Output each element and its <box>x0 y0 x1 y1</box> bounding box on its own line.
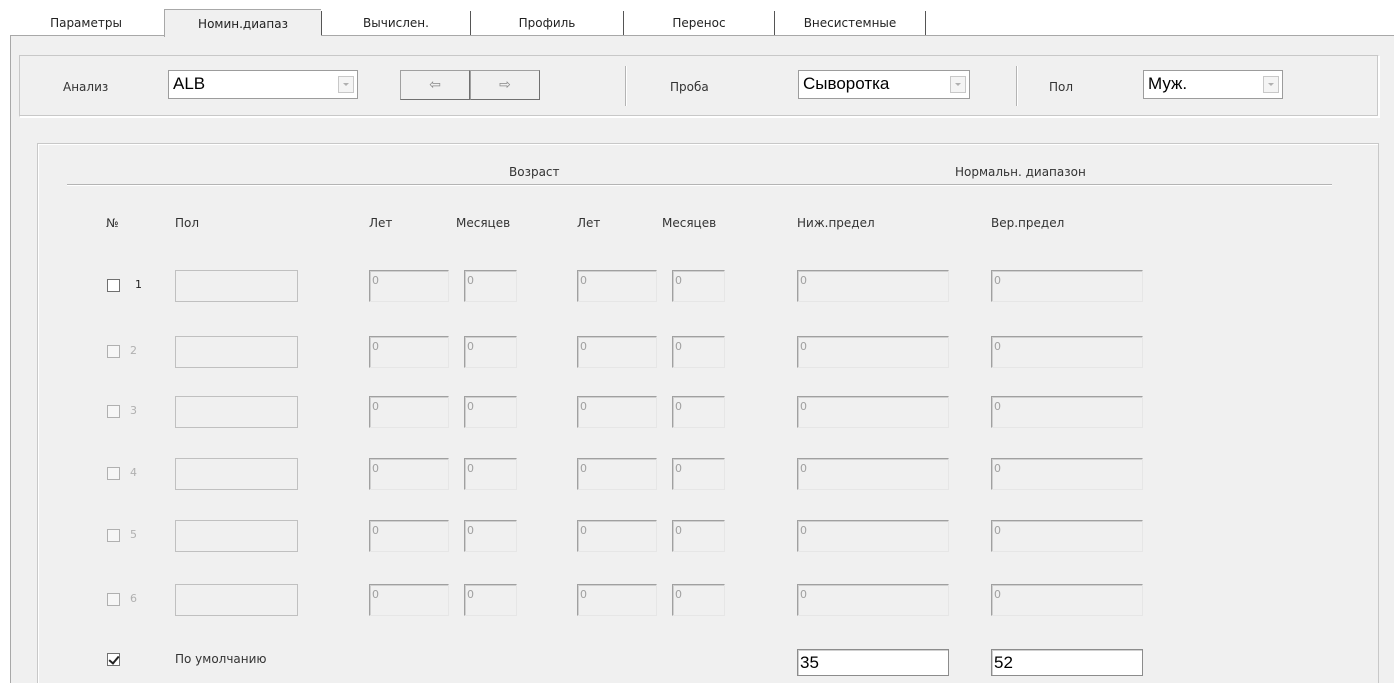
row-number: 3 <box>130 404 137 417</box>
analysis-combo[interactable]: ALB <box>168 70 358 99</box>
row-months-to[interactable]: 0 <box>672 336 725 368</box>
header-no: № <box>106 216 119 230</box>
sample-label: Проба <box>670 80 709 94</box>
row-sex-field[interactable] <box>175 584 298 616</box>
tab-transfer[interactable]: Перенос <box>624 9 774 36</box>
row-years-from[interactable]: 0 <box>369 336 449 368</box>
analysis-label: Анализ <box>63 80 109 94</box>
row-high-limit[interactable]: 0 <box>991 336 1143 368</box>
tab-separator <box>925 11 926 35</box>
row-high-limit[interactable]: 0 <box>991 396 1143 428</box>
row-checkbox[interactable] <box>107 593 120 606</box>
header-months-to: Месяцев <box>662 216 717 230</box>
header-divider <box>67 184 1332 185</box>
sample-value: Сыворотка <box>803 74 890 93</box>
row-number: 6 <box>130 592 137 605</box>
row-checkbox[interactable] <box>107 529 120 542</box>
header-years-from: Лет <box>369 216 393 230</box>
row-number: 4 <box>130 466 137 479</box>
row-sex-field[interactable] <box>175 458 298 490</box>
row-checkbox[interactable] <box>107 405 120 418</box>
chevron-down-icon[interactable] <box>338 76 354 93</box>
row-years-to[interactable]: 0 <box>577 520 657 552</box>
chevron-down-icon[interactable] <box>1263 76 1279 93</box>
range-group-label: Нормальн. диапазон <box>955 165 1086 179</box>
row-months-to[interactable]: 0 <box>672 396 725 428</box>
row-checkbox[interactable] <box>107 345 120 358</box>
row-high-limit[interactable]: 0 <box>991 520 1143 552</box>
sample-combo[interactable]: Сыворотка <box>798 70 970 99</box>
row-months-to[interactable]: 0 <box>672 270 725 302</box>
row-low-limit[interactable]: 0 <box>797 396 949 428</box>
row-months-from[interactable]: 0 <box>464 270 517 302</box>
header-high-limit: Вер.предел <box>991 216 1065 230</box>
row-months-from[interactable]: 0 <box>464 458 517 490</box>
row-low-limit[interactable]: 0 <box>797 336 949 368</box>
tab-bar: Параметры Номин.диапаз Вычислен. Профиль… <box>10 9 1394 37</box>
row-checkbox[interactable] <box>107 467 120 480</box>
row-years-to[interactable]: 0 <box>577 584 657 616</box>
tab-nominal-range[interactable]: Номин.диапаз <box>164 9 321 37</box>
sex-value: Муж. <box>1148 74 1188 93</box>
row-years-to[interactable]: 0 <box>577 396 657 428</box>
row-months-to[interactable]: 0 <box>672 520 725 552</box>
next-button[interactable]: ⇨ <box>470 70 540 100</box>
row-low-limit[interactable]: 0 <box>797 520 949 552</box>
row-months-from[interactable]: 0 <box>464 336 517 368</box>
tab-non-system[interactable]: Внесистемные <box>775 9 925 36</box>
row-years-to[interactable]: 0 <box>577 270 657 302</box>
default-high-limit[interactable]: 52 <box>991 649 1143 676</box>
row-low-limit[interactable]: 0 <box>797 270 949 302</box>
separator <box>625 66 626 106</box>
row-sex-field[interactable] <box>175 270 298 302</box>
prev-button[interactable]: ⇦ <box>400 70 470 100</box>
header-low-limit: Ниж.предел <box>797 216 875 230</box>
separator <box>1016 66 1017 106</box>
tab-calculated[interactable]: Вычислен. <box>322 9 470 36</box>
row-checkbox[interactable] <box>107 279 120 292</box>
analysis-value: ALB <box>173 74 206 93</box>
row-months-from[interactable]: 0 <box>464 396 517 428</box>
row-years-from[interactable]: 0 <box>369 396 449 428</box>
row-sex-field[interactable] <box>175 336 298 368</box>
row-number: 2 <box>130 344 137 357</box>
default-checkbox[interactable] <box>107 653 120 666</box>
header-sex: Пол <box>175 216 200 230</box>
header-years-to: Лет <box>577 216 601 230</box>
row-sex-field[interactable] <box>175 396 298 428</box>
header-months-from: Месяцев <box>456 216 511 230</box>
tab-profile[interactable]: Профиль <box>471 9 623 36</box>
row-years-from[interactable]: 0 <box>369 458 449 490</box>
row-years-from[interactable]: 0 <box>369 584 449 616</box>
row-months-from[interactable]: 0 <box>464 520 517 552</box>
age-group-label: Возраст <box>509 165 560 179</box>
row-number: 1 <box>135 278 142 291</box>
row-high-limit[interactable]: 0 <box>991 458 1143 490</box>
arrow-right-icon: ⇨ <box>499 77 511 93</box>
row-number: 5 <box>130 528 137 541</box>
row-years-from[interactable]: 0 <box>369 520 449 552</box>
row-high-limit[interactable]: 0 <box>991 270 1143 302</box>
row-high-limit[interactable]: 0 <box>991 584 1143 616</box>
chevron-down-icon[interactable] <box>950 76 966 93</box>
row-low-limit[interactable]: 0 <box>797 584 949 616</box>
default-label: По умолчанию <box>175 652 267 666</box>
row-years-to[interactable]: 0 <box>577 336 657 368</box>
row-months-to[interactable]: 0 <box>672 584 725 616</box>
row-years-to[interactable]: 0 <box>577 458 657 490</box>
row-months-from[interactable]: 0 <box>464 584 517 616</box>
row-low-limit[interactable]: 0 <box>797 458 949 490</box>
default-low-limit[interactable]: 35 <box>797 649 949 676</box>
row-sex-field[interactable] <box>175 520 298 552</box>
sex-combo[interactable]: Муж. <box>1143 70 1283 99</box>
arrow-left-icon: ⇦ <box>429 77 441 93</box>
sex-label: Пол <box>1049 80 1074 94</box>
row-months-to[interactable]: 0 <box>672 458 725 490</box>
tab-parameters[interactable]: Параметры <box>26 9 146 36</box>
row-years-from[interactable]: 0 <box>369 270 449 302</box>
